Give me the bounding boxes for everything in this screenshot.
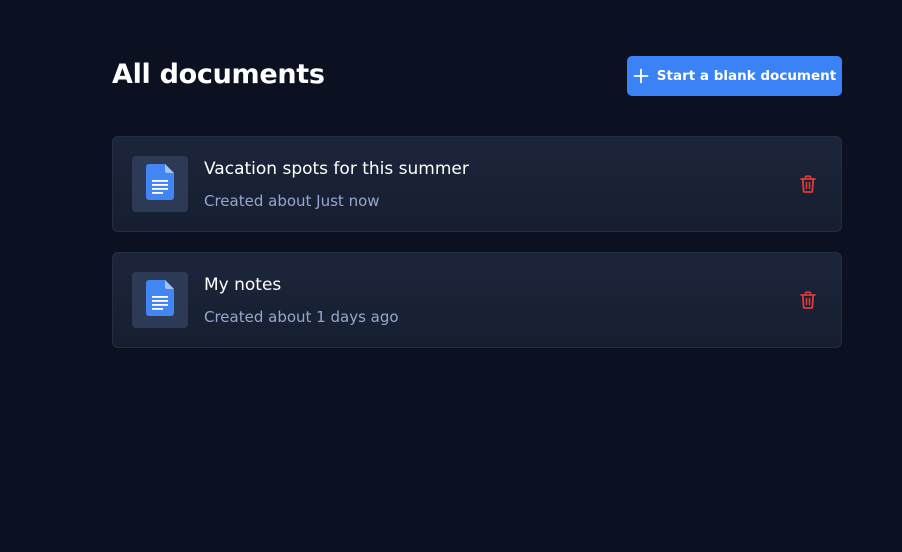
document-card[interactable]: Vacation spots for this summer Created a… (112, 136, 842, 232)
start-blank-document-button[interactable]: Start a blank document (627, 56, 842, 96)
document-card[interactable]: My notes Created about 1 days ago (112, 252, 842, 348)
google-docs-icon (146, 164, 174, 204)
header: All documents Start a blank document (112, 56, 842, 96)
document-thumbnail (132, 156, 188, 212)
google-docs-icon (146, 280, 174, 320)
document-created-date: Created about 1 days ago (204, 308, 399, 326)
start-blank-document-label: Start a blank document (656, 68, 837, 84)
trash-icon (800, 290, 816, 312)
document-title[interactable]: Vacation spots for this summer (204, 159, 469, 179)
document-created-date: Created about Just now (204, 192, 380, 210)
document-title[interactable]: My notes (204, 275, 281, 295)
page: All documents Start a blank document Vac… (0, 0, 902, 552)
document-list: Vacation spots for this summer Created a… (112, 136, 842, 368)
plus-icon (633, 68, 649, 84)
delete-document-button[interactable] (797, 290, 819, 312)
trash-icon (800, 174, 816, 196)
document-thumbnail (132, 272, 188, 328)
page-title: All documents (112, 59, 325, 90)
delete-document-button[interactable] (797, 174, 819, 196)
